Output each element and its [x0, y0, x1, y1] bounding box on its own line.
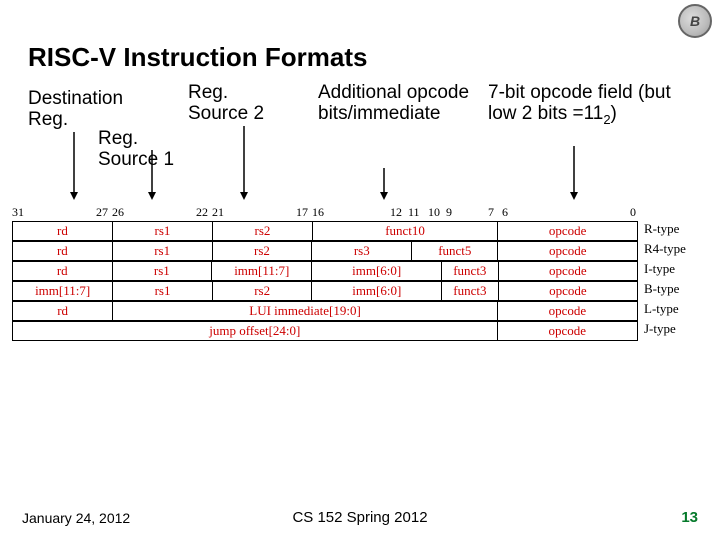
- opcode-text-b: ): [611, 103, 617, 124]
- bit-21: 21: [212, 205, 224, 220]
- slide-title: RISC-V Instruction Formats: [28, 42, 367, 73]
- field-cell: funct3: [442, 262, 499, 281]
- label-reg-source-2: Reg. Source 2: [188, 82, 288, 125]
- bit-6: 6: [502, 205, 508, 220]
- field-cell: jump offset[24:0]: [13, 322, 498, 341]
- field-cell: rs3: [312, 242, 412, 261]
- field-cell: rs2: [212, 282, 312, 301]
- bit-17: 17: [296, 205, 308, 220]
- arrow-opcode: [568, 146, 588, 207]
- bit-7: 7: [488, 205, 494, 220]
- opcode-text-a: 7-bit opcode field (but low 2 bits =11: [488, 82, 671, 124]
- format-row: imm[11:7]rs1rs2imm[6:0]funct3opcodeB-typ…: [12, 281, 708, 301]
- field-cell: opcode: [497, 322, 637, 341]
- field-cell: rd: [13, 242, 113, 261]
- bit-11: 11: [408, 205, 420, 220]
- field-cell: rs2: [212, 222, 312, 241]
- arrow-dest: [68, 132, 88, 207]
- footer-course: CS 152 Spring 2012: [0, 509, 720, 526]
- footer-page: 13: [681, 509, 698, 526]
- field-cell: funct5: [412, 242, 498, 261]
- field-cell: rd: [13, 262, 113, 281]
- format-row: rdrs1imm[11:7]imm[6:0]funct3opcodeI-type: [12, 261, 708, 281]
- format-type-label: R-type: [638, 221, 679, 241]
- field-cell: opcode: [498, 242, 638, 261]
- arrow-src2: [238, 126, 258, 207]
- format-row-table: rdLUI immediate[19:0]opcode: [12, 301, 638, 321]
- arrow-src1: [146, 150, 166, 207]
- field-cell: LUI immediate[19:0]: [113, 302, 498, 321]
- field-cell: opcode: [498, 282, 637, 301]
- format-row: jump offset[24:0]opcodeJ-type: [12, 321, 708, 341]
- bit-12: 12: [390, 205, 402, 220]
- format-row-table: imm[11:7]rs1rs2imm[6:0]funct3opcode: [12, 281, 638, 301]
- bit-0: 0: [630, 205, 636, 220]
- bit-26: 26: [112, 205, 124, 220]
- field-cell: rs2: [212, 242, 312, 261]
- field-cell: rs1: [112, 222, 212, 241]
- arrow-additional: [378, 168, 398, 207]
- field-cell: opcode: [498, 222, 638, 241]
- format-row-table: rdrs1rs2rs3funct5opcode: [12, 241, 638, 261]
- format-type-label: L-type: [638, 301, 679, 321]
- format-row-table: jump offset[24:0]opcode: [12, 321, 638, 341]
- format-row-table: rdrs1rs2funct10opcode: [12, 221, 638, 241]
- bit-10: 10: [428, 205, 440, 220]
- format-type-label: B-type: [638, 281, 679, 301]
- format-table: 31 27 26 22 21 17 16 12 11 10 9 7 6 0 rd…: [12, 205, 708, 341]
- field-cell: rs1: [112, 262, 212, 281]
- label-additional-opcode: Additional opcode bits/immediate: [318, 82, 478, 125]
- field-cell: rs1: [113, 282, 213, 301]
- field-cell: rd: [13, 302, 113, 321]
- bit-9: 9: [446, 205, 452, 220]
- field-cell: funct3: [442, 282, 499, 301]
- field-cell: rs1: [112, 242, 212, 261]
- format-row: rdrs1rs2funct10opcodeR-type: [12, 221, 708, 241]
- seal-logo: B: [678, 4, 712, 38]
- format-type-label: J-type: [638, 321, 676, 341]
- field-cell: imm[11:7]: [13, 282, 113, 301]
- bit-position-bar: 31 27 26 22 21 17 16 12 11 10 9 7 6 0: [12, 205, 708, 221]
- field-cell: opcode: [497, 302, 637, 321]
- bit-27: 27: [96, 205, 108, 220]
- field-cell: opcode: [498, 262, 637, 281]
- format-row-table: rdrs1imm[11:7]imm[6:0]funct3opcode: [12, 261, 638, 281]
- format-row: rdrs1rs2rs3funct5opcodeR4-type: [12, 241, 708, 261]
- field-cell: imm[6:0]: [312, 262, 442, 281]
- format-type-label: I-type: [638, 261, 675, 281]
- field-cell: funct10: [312, 222, 497, 241]
- field-cell: rd: [13, 222, 113, 241]
- format-type-label: R4-type: [638, 241, 686, 261]
- field-cell: imm[6:0]: [312, 282, 442, 301]
- label-destination-reg: Destination Reg.: [28, 88, 138, 131]
- format-row: rdLUI immediate[19:0]opcodeL-type: [12, 301, 708, 321]
- field-cell: imm[11:7]: [212, 262, 312, 281]
- label-7bit-opcode: 7-bit opcode field (but low 2 bits =112): [488, 82, 698, 128]
- opcode-subscript: 2: [603, 112, 610, 127]
- bit-16: 16: [312, 205, 324, 220]
- bit-31: 31: [12, 205, 24, 220]
- bit-22: 22: [196, 205, 208, 220]
